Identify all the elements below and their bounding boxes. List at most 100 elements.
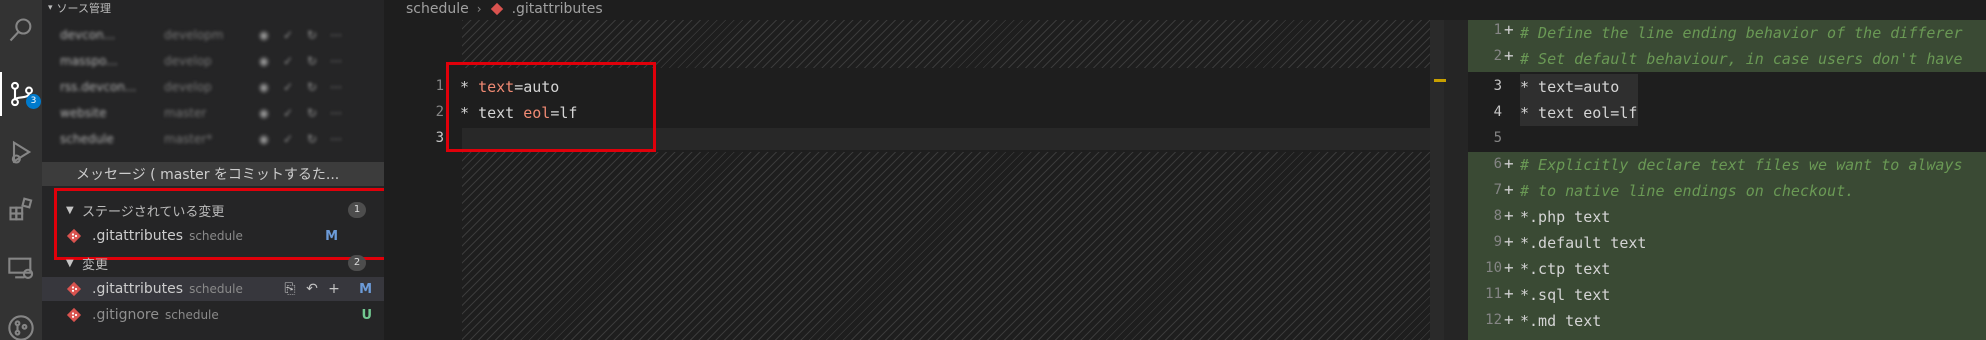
sidebar-title-text: ソース管理 [56,2,111,15]
line-number: 1 [1493,22,1502,38]
changes-header-label: 変更 [82,257,109,273]
repo-name: devcon... [60,28,116,42]
more-icon[interactable]: ⋯ [328,80,344,94]
check-icon[interactable]: ✓ [280,80,296,94]
line-number: 3 [435,130,444,146]
more-icon[interactable]: ⋯ [328,132,344,146]
changed-file-row[interactable]: .gitignore schedule U [42,303,384,327]
chevron-right-icon: › [476,2,482,16]
activity-bar: 3 [0,0,42,340]
code-line: *.php text [1520,208,1611,226]
line-number: 6 [1493,156,1502,172]
breadcrumb: schedule › .gitattributes [406,0,603,18]
repo-row[interactable]: devcon... developm ◉ ✓ ↻ ⋯ [60,22,384,48]
more-icon[interactable]: ⋯ [328,106,344,120]
code-comment: # to native line endings on checkout. [1520,182,1855,200]
breadcrumb-folder[interactable]: schedule [406,1,469,17]
discard-icon[interactable]: ↶ [304,281,320,297]
repo-branch: developm [164,28,224,42]
remote-explorer-icon[interactable] [0,246,42,290]
refresh-icon[interactable]: ↻ [304,132,320,146]
changed-file-row[interactable]: .gitattributes schedule ⎘ ↶ + M [42,277,384,301]
repo-branch: master* [164,132,213,146]
repo-row[interactable]: rss.devcon... develop ◉ ✓ ↻ ⋯ [60,74,384,100]
more-icon[interactable]: ⋯ [328,54,344,68]
code-line: *.ctp text [1520,260,1611,278]
breadcrumb-file[interactable]: .gitattributes [512,1,603,17]
file-name: .gitattributes [92,281,184,297]
highlight-box-staged [54,188,416,260]
more-icon[interactable]: ⋯ [328,28,344,42]
status-badge: M [359,281,372,297]
highlight-box-editor [446,62,656,152]
repo-name: rss.devcon... [60,80,137,94]
code-line: * text eol=lf [1520,104,1638,122]
diff-plus-icon: + [1504,258,1514,277]
run-debug-icon[interactable] [0,130,42,174]
diff-plus-icon: + [1504,284,1514,303]
line-number: 5 [1493,130,1502,146]
change-marker [1434,79,1446,82]
repo-row[interactable]: masspo... develop ◉ ✓ ↻ ⋯ [60,48,384,74]
refresh-icon[interactable]: ↻ [304,80,320,94]
check-icon[interactable]: ✓ [280,132,296,146]
stage-plus-icon[interactable]: + [326,281,342,297]
repo-branch: master [164,106,207,120]
repo-row[interactable]: website master ◉ ✓ ↻ ⋯ [60,100,384,126]
refresh-icon[interactable]: ↻ [304,106,320,120]
git-graph-icon[interactable] [0,306,42,340]
code-line: *.md text [1520,312,1602,330]
check-icon[interactable]: ✓ [280,54,296,68]
code-line: *.default text [1520,234,1647,252]
repo-branch: develop [164,54,212,68]
refresh-icon[interactable]: ↻ [304,28,320,42]
line-number: 11 [1485,286,1502,302]
open-file-icon[interactable]: ⎘ [282,281,298,297]
line-number: 12 [1485,312,1502,328]
diff-hatch-bottom [462,152,1430,340]
commit-message-input[interactable]: メッセージ ( master をコミットするた... [42,162,384,186]
left-scrollbar[interactable] [1430,20,1444,340]
scm-badge: 3 [26,94,41,109]
search-icon[interactable] [0,8,42,52]
row-actions: ⎘ ↶ + [282,281,342,297]
extensions-icon[interactable] [0,188,42,232]
file-name: .gitignore [92,307,159,323]
repo-name: website [60,106,107,120]
diff-plus-icon: + [1504,154,1514,173]
code-comment: # Explicitly declare text files we want … [1520,156,1963,174]
refresh-icon[interactable]: ↻ [304,54,320,68]
sidebar-title: ▾ ソース管理 [48,0,111,16]
chevron-down-icon[interactable]: ▾ [48,3,53,13]
chevron-down-icon: ▼ [66,257,74,269]
file-dir: schedule [189,282,243,296]
commit-placeholder: メッセージ ( master をコミットするた... [76,167,340,183]
code-comment: # Define the line ending behavior of the… [1520,24,1963,42]
changes-header[interactable]: ▼ 変更 2 [66,252,384,274]
sync-icon[interactable]: ◉ [256,28,272,42]
line-number: 10 [1485,260,1502,276]
sync-icon[interactable]: ◉ [256,106,272,120]
code-comment: # Set default behaviour, in case users d… [1520,50,1963,68]
check-icon[interactable]: ✓ [280,28,296,42]
status-badge: U [361,307,372,323]
check-icon[interactable]: ✓ [280,106,296,120]
source-control-icon[interactable]: 3 [0,72,42,116]
line-number: 7 [1493,182,1502,198]
line-number: 3 [1493,78,1502,94]
diff-plus-icon: + [1504,310,1514,329]
git-file-icon [66,307,82,323]
diff-hatch-top [462,20,1430,68]
repo-row[interactable]: schedule master* ◉ ✓ ↻ ⋯ [60,126,384,152]
sync-icon[interactable]: ◉ [256,54,272,68]
line-number: 1 [435,78,444,94]
diff-plus-icon: + [1504,20,1514,39]
file-dir: schedule [165,308,219,322]
repo-name: masspo... [60,54,118,68]
sync-icon[interactable]: ◉ [256,132,272,146]
git-file-icon [66,281,82,297]
repo-name: schedule [60,132,114,146]
sync-icon[interactable]: ◉ [256,80,272,94]
line-number: 8 [1493,208,1502,224]
diff-plus-icon: + [1504,206,1514,225]
